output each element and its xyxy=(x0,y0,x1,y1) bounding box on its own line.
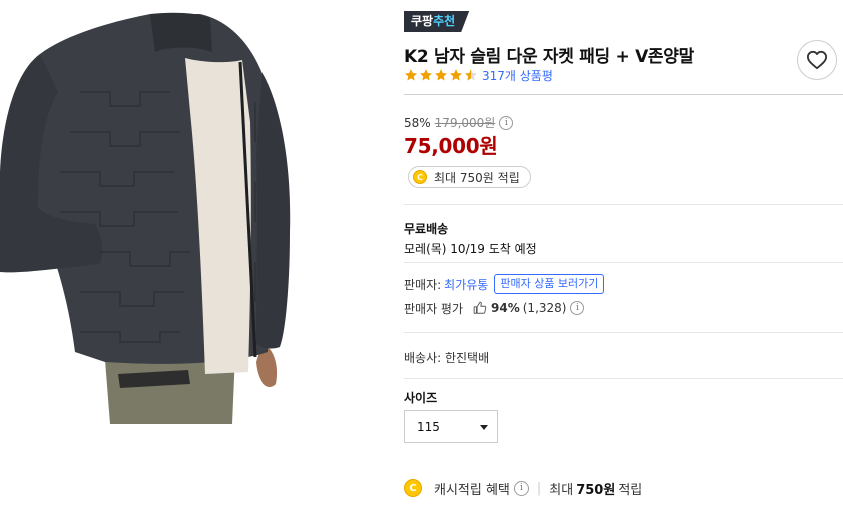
seller-products-button[interactable]: 판매자 상품 보러가기 xyxy=(494,274,605,294)
seller-evaluation-row: 판매자 평가 94% (1,328) i xyxy=(404,300,585,316)
seller-eval-count: (1,328) xyxy=(522,301,567,315)
star-icon xyxy=(405,69,417,81)
divider xyxy=(404,94,843,95)
separator: | xyxy=(536,480,542,496)
product-title: K2 남자 슬림 다운 자켓 패딩 + V존양말 xyxy=(404,47,694,67)
star-icon xyxy=(435,69,447,81)
divider xyxy=(404,332,843,333)
arrival-date: 모레(목) 10/19 도착 예정 xyxy=(404,242,537,256)
jacket-photo xyxy=(0,12,291,424)
info-icon[interactable]: i xyxy=(570,301,585,315)
original-price: 179,000원 xyxy=(434,116,496,130)
size-select[interactable]: 115 xyxy=(404,410,498,443)
cash-reward-amount: 750원 xyxy=(576,482,616,498)
cash-reward-prefix: 최대 xyxy=(549,482,574,498)
cash-reward-row: C 캐시적립 혜택 i | 최대 750원 적립 xyxy=(404,478,642,498)
thumbs-up-icon xyxy=(473,301,487,314)
coin-icon: C xyxy=(413,170,427,184)
reward-badge: C 최대 750원 적립 xyxy=(408,166,531,188)
star-icon xyxy=(450,69,462,81)
badge-accent: 추천 xyxy=(433,14,456,28)
discount-rate: 58% xyxy=(404,115,431,130)
wishlist-button[interactable] xyxy=(797,40,837,80)
heart-icon xyxy=(807,50,827,70)
coin-icon: C xyxy=(404,479,422,497)
product-info-panel: 쿠팡추천 K2 남자 슬림 다운 자켓 패딩 + V존양말 317개 상품평 5… xyxy=(404,0,843,508)
size-selected-value: 115 xyxy=(417,419,440,434)
reward-text: 최대 750원 적립 xyxy=(434,170,520,185)
discount-row: 58% 179,000원 i xyxy=(404,114,514,131)
info-icon[interactable]: i xyxy=(499,115,514,130)
badge-prefix: 쿠팡 xyxy=(411,14,434,28)
seller-label: 판매자: xyxy=(404,277,442,292)
seller-row: 판매자: 최가유통 판매자 상품 보러가기 xyxy=(404,274,605,294)
cash-reward-suffix: 적립 xyxy=(618,482,643,498)
star-rating xyxy=(404,68,478,82)
divider xyxy=(404,262,843,263)
star-icon xyxy=(420,69,432,81)
cash-reward-label: 캐시적립 혜택 xyxy=(434,482,510,498)
seller-eval-percent: 94% xyxy=(491,301,520,315)
shipping-label: 무료배송 xyxy=(404,222,449,236)
seller-name-link[interactable]: 최가유통 xyxy=(444,276,488,293)
size-label: 사이즈 xyxy=(404,391,438,405)
caret-down-icon xyxy=(480,425,488,430)
courier-info: 배송사: 한진택배 xyxy=(404,351,490,365)
product-image xyxy=(0,12,340,424)
review-count-link[interactable]: 317개 상품평 xyxy=(482,67,553,84)
half-star-icon xyxy=(465,69,477,81)
divider xyxy=(404,378,843,379)
divider xyxy=(404,204,843,205)
info-icon[interactable]: i xyxy=(513,480,529,496)
coupang-recommend-badge: 쿠팡추천 xyxy=(404,11,469,32)
seller-eval-label: 판매자 평가 xyxy=(404,301,464,316)
rating-row[interactable]: 317개 상품평 xyxy=(404,67,553,83)
sale-price: 75,000원 xyxy=(404,134,498,158)
